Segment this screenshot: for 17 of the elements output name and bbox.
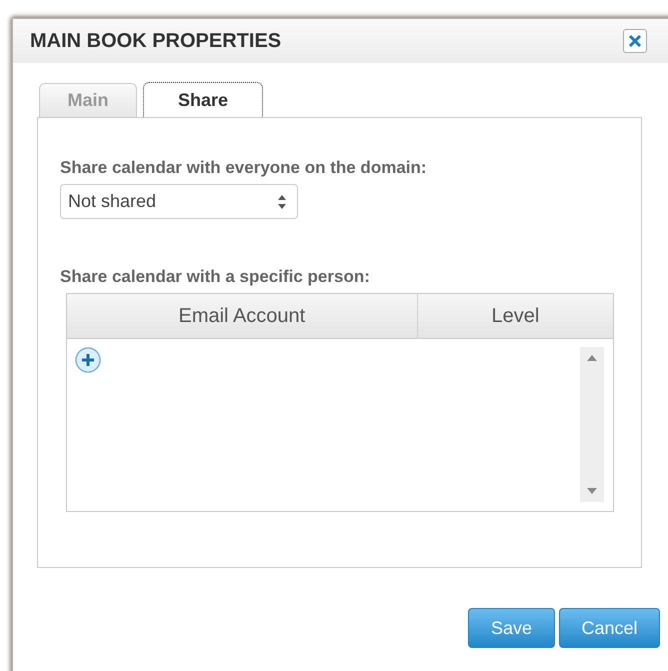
column-header: Level [416, 294, 613, 338]
field-label: Share calendar with a specific person: [60, 267, 371, 287]
close-icon [628, 34, 642, 48]
scrollbar[interactable] [580, 347, 604, 502]
tab[interactable]: Share [143, 82, 263, 118]
field-label: Share calendar with everyone on the domain: [60, 158, 428, 178]
spinner-icon [277, 194, 287, 210]
tab[interactable]: Main [39, 83, 137, 117]
column-header: Email Account [67, 294, 417, 338]
close-button[interactable] [623, 29, 647, 53]
window-title: MAIN BOOK PROPERTIES [30, 30, 282, 52]
scroll-up-icon[interactable] [587, 355, 597, 361]
scroll-down-icon[interactable] [587, 488, 597, 494]
save-button[interactable]: Save [468, 608, 555, 648]
cancel-button[interactable]: Cancel [559, 608, 660, 648]
share-select[interactable]: Not shared [60, 184, 298, 219]
add-icon[interactable] [75, 347, 101, 373]
